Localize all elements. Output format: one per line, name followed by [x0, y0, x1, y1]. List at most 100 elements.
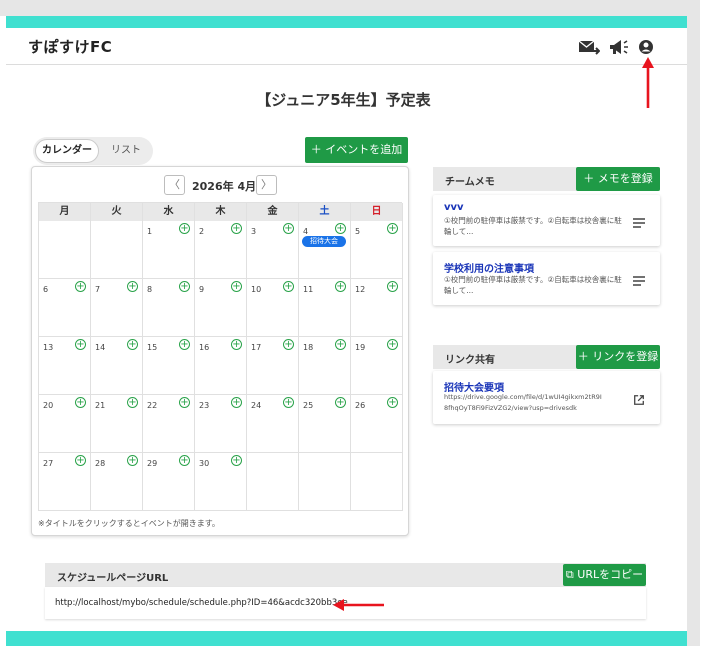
- calendar-day-cell[interactable]: 22 +: [143, 395, 195, 453]
- calendar-day-cell[interactable]: 6 +: [39, 279, 91, 337]
- add-day-event-icon[interactable]: +: [179, 281, 190, 292]
- prev-month-button[interactable]: 〈: [164, 175, 185, 195]
- calendar-day-cell[interactable]: 8 +: [143, 279, 195, 337]
- calendar-day-cell[interactable]: 24 +: [247, 395, 299, 453]
- add-day-event-icon[interactable]: +: [335, 223, 346, 234]
- add-day-event-icon[interactable]: +: [127, 397, 138, 408]
- add-day-event-icon[interactable]: +: [127, 281, 138, 292]
- calendar-day-cell[interactable]: 28 +: [91, 453, 143, 511]
- add-day-event-icon[interactable]: +: [387, 223, 398, 234]
- add-link-button[interactable]: ＋ リンクを登録: [576, 345, 660, 369]
- day-number: 10: [251, 285, 262, 294]
- calendar-day-cell[interactable]: 12 +: [351, 279, 403, 337]
- link-url[interactable]: https://drive.google.com/file/d/1wUI4gik…: [444, 392, 604, 414]
- calendar-day-cell[interactable]: 5 +: [351, 221, 403, 279]
- calendar-day-cell[interactable]: 19 +: [351, 337, 403, 395]
- team-memo-title: チームメモ: [445, 177, 495, 188]
- add-day-event-icon[interactable]: +: [231, 339, 242, 350]
- add-day-event-icon[interactable]: +: [335, 339, 346, 350]
- calendar-week-row: 20 +21 +22 +23 +24 + 25 +26 +: [39, 395, 403, 453]
- memo-card[interactable]: 学校利用の注意事項 ①校門前の駐停車は厳禁です。②自転車は校舎裏に駐輪して...: [433, 252, 660, 305]
- add-day-event-icon[interactable]: +: [283, 397, 294, 408]
- add-event-button[interactable]: ＋ イベントを追加: [305, 137, 408, 163]
- day-number: 20: [43, 401, 54, 410]
- add-day-event-icon[interactable]: +: [231, 455, 242, 466]
- memo-card[interactable]: vvv ①校門前の駐停車は厳禁です。②自転車は校舎裏に駐輪して...: [433, 195, 660, 246]
- add-day-event-icon[interactable]: +: [179, 455, 190, 466]
- calendar-day-cell[interactable]: 30 +: [195, 453, 247, 511]
- calendar-day-cell[interactable]: 14 +: [91, 337, 143, 395]
- calendar-day-cell[interactable]: 11 +: [299, 279, 351, 337]
- add-day-event-icon[interactable]: +: [335, 397, 346, 408]
- link-card[interactable]: 招待大会要項 https://drive.google.com/file/d/1…: [433, 371, 660, 424]
- add-day-event-icon[interactable]: +: [75, 397, 86, 408]
- add-day-event-icon[interactable]: +: [283, 339, 294, 350]
- next-month-button[interactable]: 〉: [256, 175, 277, 195]
- day-number: 9: [199, 285, 205, 294]
- weekday-label: 月: [39, 203, 91, 221]
- calendar-day-cell[interactable]: 2 +: [195, 221, 247, 279]
- calendar-day-cell[interactable]: 27 +: [39, 453, 91, 511]
- menu-lines-icon[interactable]: [632, 214, 646, 228]
- add-day-event-icon[interactable]: +: [75, 339, 86, 350]
- day-number: 5: [355, 227, 361, 236]
- copy-url-label: URLをコピー: [577, 568, 644, 581]
- day-number: 25: [303, 401, 314, 410]
- add-day-event-icon[interactable]: +: [75, 455, 86, 466]
- copy-url-button[interactable]: ⧉ URLをコピー: [563, 564, 646, 586]
- menu-lines-icon[interactable]: [632, 272, 646, 286]
- calendar-week-row: 27 +28 +29 +30 +: [39, 453, 403, 511]
- calendar-day-cell[interactable]: 21 +: [91, 395, 143, 453]
- add-day-event-icon[interactable]: +: [387, 397, 398, 408]
- add-day-event-icon[interactable]: +: [387, 281, 398, 292]
- add-day-event-icon[interactable]: +: [231, 223, 242, 234]
- add-day-event-icon[interactable]: +: [387, 339, 398, 350]
- day-number: 21: [95, 401, 106, 410]
- day-number: 8: [147, 285, 153, 294]
- mail-send-icon[interactable]: [578, 37, 601, 57]
- add-day-event-icon[interactable]: +: [179, 339, 190, 350]
- add-day-event-icon[interactable]: +: [231, 397, 242, 408]
- schedule-url-text[interactable]: http://localhost/mybo/schedule/schedule.…: [55, 598, 348, 608]
- add-day-event-icon[interactable]: +: [127, 455, 138, 466]
- brand-logo[interactable]: すぽすけFC: [28, 36, 112, 57]
- calendar-day-cell[interactable]: 13 +: [39, 337, 91, 395]
- copy-icon: ⧉: [565, 568, 578, 581]
- add-day-event-icon[interactable]: +: [179, 223, 190, 234]
- add-day-event-icon[interactable]: +: [335, 281, 346, 292]
- event-chip[interactable]: 招待大会: [302, 236, 346, 247]
- day-number: 19: [355, 343, 366, 352]
- add-day-event-icon[interactable]: +: [127, 339, 138, 350]
- megaphone-icon[interactable]: [608, 37, 630, 57]
- calendar-day-cell[interactable]: 16 +: [195, 337, 247, 395]
- calendar-day-cell[interactable]: 18 +: [299, 337, 351, 395]
- add-day-event-icon[interactable]: +: [283, 281, 294, 292]
- add-day-event-icon[interactable]: +: [231, 281, 242, 292]
- calendar-day-cell[interactable]: 9 +: [195, 279, 247, 337]
- calendar-day-cell[interactable]: 23 +: [195, 395, 247, 453]
- external-link-icon[interactable]: [632, 391, 646, 405]
- calendar-day-cell[interactable]: 1 +: [143, 221, 195, 279]
- calendar-day-cell[interactable]: 17 +: [247, 337, 299, 395]
- calendar-week-row: 13 +14 +15 +16 +17 +18 + 19 +: [39, 337, 403, 395]
- toggle-calendar[interactable]: カレンダー: [35, 139, 99, 163]
- calendar-day-cell[interactable]: 15 +: [143, 337, 195, 395]
- add-memo-button[interactable]: ＋ メモを登録: [576, 167, 660, 191]
- account-icon[interactable]: [636, 37, 658, 57]
- calendar-day-cell[interactable]: 25 +: [299, 395, 351, 453]
- right-scrollbar-track[interactable]: [687, 16, 700, 646]
- add-day-event-icon[interactable]: +: [75, 281, 86, 292]
- add-day-event-icon[interactable]: +: [179, 397, 190, 408]
- day-number: 7: [95, 285, 101, 294]
- calendar-day-cell[interactable]: 29 +: [143, 453, 195, 511]
- calendar-day-cell[interactable]: 3 +: [247, 221, 299, 279]
- calendar-day-cell[interactable]: 20 +: [39, 395, 91, 453]
- toggle-list[interactable]: リスト: [101, 139, 151, 163]
- memo-title[interactable]: vvv: [444, 202, 464, 213]
- calendar-day-cell[interactable]: 4 + 招待大会: [299, 221, 351, 279]
- memo-title[interactable]: 学校利用の注意事項: [444, 260, 534, 275]
- calendar-day-cell[interactable]: 10 +: [247, 279, 299, 337]
- calendar-day-cell[interactable]: 7 +: [91, 279, 143, 337]
- calendar-day-cell[interactable]: 26 +: [351, 395, 403, 453]
- add-day-event-icon[interactable]: +: [283, 223, 294, 234]
